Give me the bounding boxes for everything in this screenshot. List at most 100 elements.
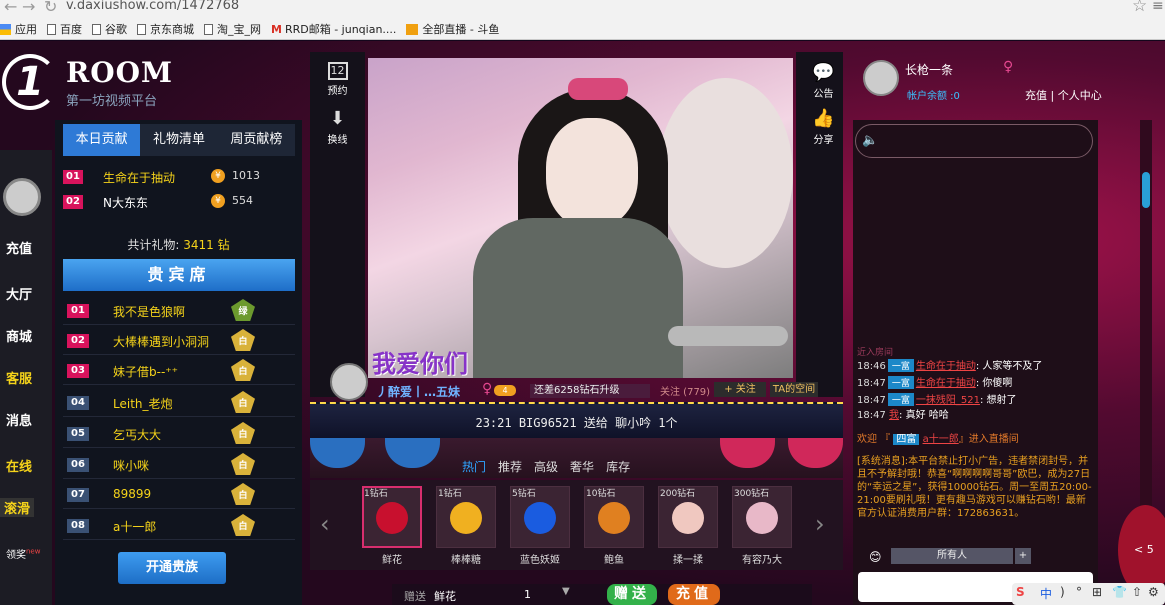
nav-messages[interactable]: 消息 [0,410,52,429]
recipient-select[interactable]: 所有人 [891,548,1013,564]
gear-icon[interactable]: ⚙ [1148,585,1159,599]
gift-item[interactable]: 10钻石 鲍鱼 [584,486,644,568]
bookmark-rrd[interactable]: M RRD邮箱 - junqian.... [271,21,396,37]
nav-recharge[interactable]: 充值 [0,238,52,257]
tab-weekly[interactable]: 周贡献榜 [217,124,295,156]
open-vip-button[interactable]: 开通贵族 [118,552,226,584]
share-button[interactable]: 👍 分享 [796,108,851,146]
speech-icon: 💬 [812,62,835,83]
cup-icon [310,438,365,468]
vip-row[interactable]: 03 妹子借b--⁺⁺ 白 [63,357,295,385]
keyboard-icon[interactable]: ⊞ [1092,585,1102,599]
page-icon [47,23,56,35]
nav-scroll[interactable]: 滚滑 [0,498,34,517]
bookmark-apps[interactable]: 应用 [0,21,37,37]
arrow-down-icon: ⬇ [329,108,346,129]
menu-icon[interactable]: ≡ [1152,0,1164,14]
tab-gift-list[interactable]: 礼物清单 [140,124,218,156]
side-tab[interactable]: < 5 [1118,505,1165,595]
address-bar[interactable]: v.daxiushow.com/1472768 [66,0,1126,14]
gift-item[interactable]: 300钻石 有容乃大 [732,486,792,568]
reserve-button[interactable]: 12 预约 [310,62,365,97]
abalone-icon [598,502,630,534]
nav-reward[interactable]: 领奖new [0,546,52,561]
emoji-icon[interactable]: 😊 [869,550,882,564]
nav-online[interactable]: 在线 [0,456,52,475]
coin-icon: ¥ [211,169,225,183]
notice-button[interactable]: 💬 公告 [796,62,851,100]
anchor-avatar[interactable] [330,363,368,401]
bookmark-taobao[interactable]: 淘_宝_网 [204,21,261,37]
upload-icon[interactable]: ⇧ [1132,585,1142,599]
dot-icon[interactable]: ° [1076,585,1082,599]
gift-tab-hot[interactable]: 热门 [462,458,486,478]
recharge-button[interactable]: 充值 [668,584,720,605]
back-icon[interactable]: ← [4,0,17,16]
chevron-down-icon[interactable]: ▼ [562,586,570,597]
user-info: 长枪一条 ♀ 帐户余额 :0 充值 | 个人中心 [855,55,1135,115]
nav-service[interactable]: 客服 [0,368,52,387]
ime-logo-icon[interactable]: S [1016,585,1025,599]
user-links[interactable]: 充值 | 个人中心 [1025,87,1102,103]
vip-row[interactable]: 07 89899 白 [63,481,295,509]
chevron-right-icon[interactable]: › [815,510,825,538]
vip-row[interactable]: 08 a十一郎白 [63,512,295,540]
scrollbar-thumb[interactable] [1142,172,1150,208]
gift-tab-inventory[interactable]: 库存 [606,458,630,478]
anchor-space-button[interactable]: TA的空间 [770,382,818,397]
broadcast-banner: 23:21 BIG96521 送给 聊小吟 1个 [310,402,843,438]
vip-row[interactable]: 01 我不是色狼啊绿 [63,297,295,325]
bookmark-baidu[interactable]: 百度 [47,21,82,37]
tab-daily[interactable]: 本日贡献 [63,124,141,156]
gift-tab-advanced[interactable]: 高级 [534,458,558,478]
anchor-bar: 丿醉爱丨…五妹 ♀ 4 还差6258钻石升级 关注 (779) + 关注 TA的… [330,361,818,401]
gift-tab-recommend[interactable]: 推荐 [498,458,522,478]
left-nav: 充值 大厅 商城 客服 消息 在线 滚滑 领奖new [0,150,52,605]
nav-mall[interactable]: 商城 [0,326,52,345]
rank-row[interactable]: 01 生命在于抽动 ¥ 1013 [63,166,295,190]
cup-icon [720,438,775,468]
follow-button[interactable]: + 关注 [714,382,766,397]
vip-row[interactable]: 04 Leith_老炮白 [63,389,295,417]
chat-message: 18:47 一富 生命在于抽动: 你傻啊 [857,376,1013,389]
user-name: 长枪一条 [905,63,954,77]
gift-item[interactable]: 5钻石 蓝色妖姬 [510,486,570,568]
add-recipient-button[interactable]: + [1015,548,1031,564]
rank-value: 554 [232,194,253,207]
reload-icon[interactable]: ↻ [44,0,57,16]
vip-row[interactable]: 05 乞丐大大白 [63,420,295,448]
chevron-left-icon[interactable]: ‹ [320,510,330,538]
site-logo[interactable]: 1 ROOM 第一坊视频平台 [0,52,300,122]
broadcast-message: 23:21 BIG96521 送给 聊小吟 1个 [475,416,678,430]
chat-panel: 🔈 近入房间 18:46 一富 生命在于抽动: 人家等不及了 18:47 一富 生命在于… [853,120,1098,605]
user-avatar[interactable] [863,60,899,96]
vip-row[interactable]: 02 大棒棒遇到小洞洞白 [63,327,295,355]
video-player[interactable]: 我爱你们 [368,58,793,378]
anchor-name[interactable]: 丿醉爱丨…五妹 [376,383,460,400]
bookmark-star-icon[interactable]: ☆ [1132,0,1147,16]
gift-tab-luxury[interactable]: 奢华 [570,458,594,478]
forward-icon[interactable]: → [22,0,35,16]
gift-item[interactable]: 1钻石 棒棒糖 [436,486,496,568]
vip-row[interactable]: 06 咪小咪白 [63,451,295,479]
bookmark-google[interactable]: 谷歌 [92,21,127,37]
quantity-input[interactable]: 1 [524,588,531,601]
send-gift-button[interactable]: 赠送 [607,584,657,605]
rank-value: 1013 [232,169,260,182]
user-avatar[interactable] [3,178,41,216]
moon-icon[interactable]: ) [1060,585,1065,599]
ime-mode[interactable]: 中 [1040,585,1052,602]
noble-badge-icon: 白 [231,483,255,505]
switch-line-button[interactable]: ⬇ 换线 [310,108,365,146]
skin-icon[interactable]: 👕 [1112,585,1127,599]
chat-message: 18:47 我: 真好 哈哈 [857,410,949,421]
bookmarks-bar: 应用 百度 谷歌 京东商城 淘_宝_网 M RRD邮箱 - junqian....… [0,19,509,39]
gift-item[interactable]: 200钻石 揉一揉 [658,486,718,568]
nav-hall[interactable]: 大厅 [0,284,52,303]
system-message: [系统消息]:本平台禁止打小广告，违者禁闭封号，并且不予解封哦！恭喜“啊啊啊啊哥… [857,456,1092,519]
bookmark-douyu[interactable]: 全部直播 - 斗鱼 [406,21,499,37]
bookmark-jd[interactable]: 京东商城 [137,21,194,37]
rank-row[interactable]: 02 N大东东 ¥ 554 [63,191,295,215]
rank-user: N大东东 [103,196,148,210]
gift-item[interactable]: 1钻石 鲜花 [362,486,422,568]
